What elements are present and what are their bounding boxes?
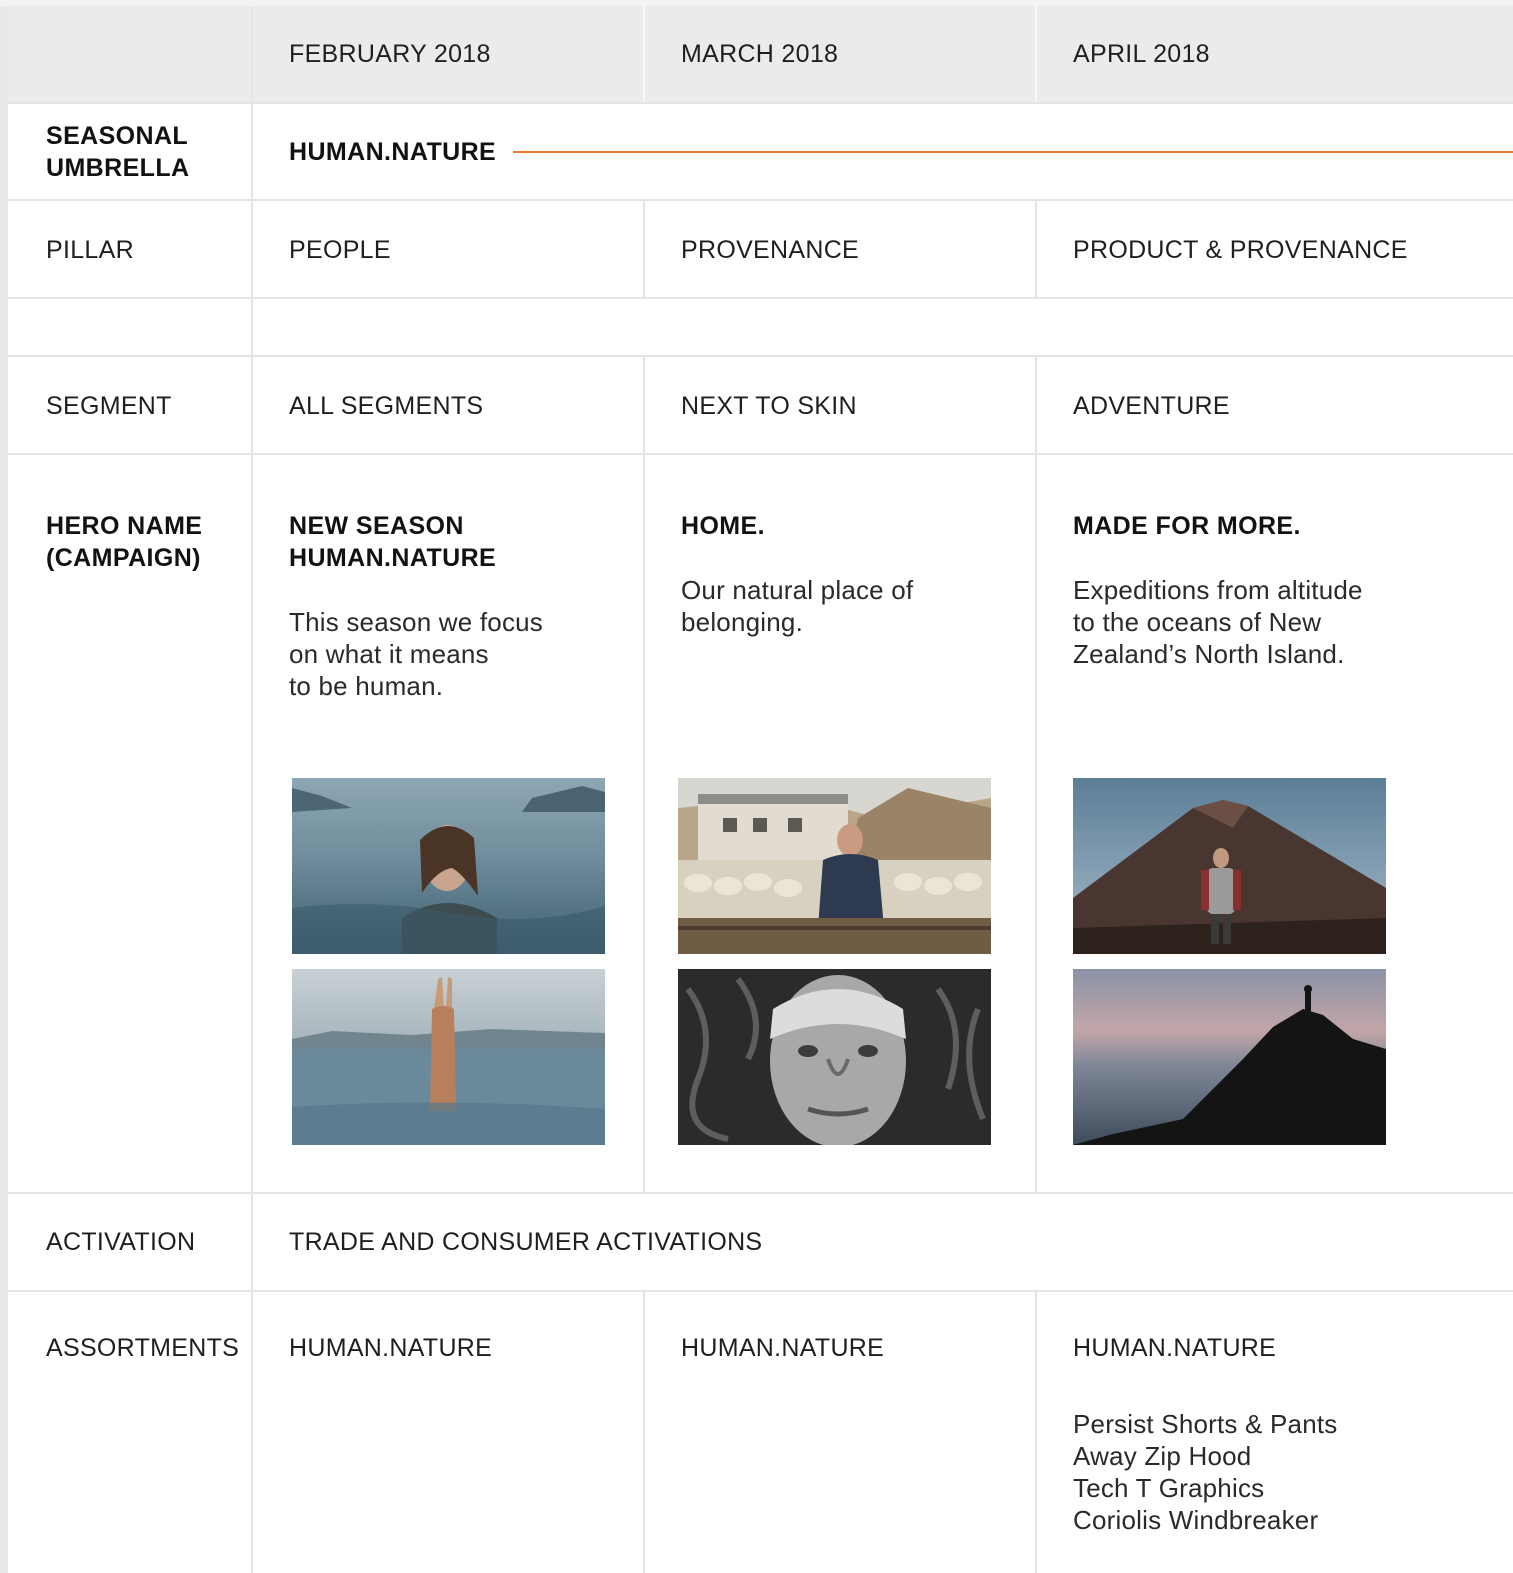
list-item: Persist Shorts & Pants: [1073, 1409, 1338, 1439]
column-divider: [1035, 6, 1037, 102]
row-label-hero-name: HERO NAME (CAMPAIGN): [46, 510, 202, 574]
assortment-february: HUMAN.NATURE: [289, 1334, 493, 1362]
volcano-hiker-photo: [1073, 778, 1386, 954]
campaign-description-april: Expeditions from altitude to the oceans …: [1073, 574, 1363, 670]
campaign-description-february: This season we focus on what it means to…: [289, 606, 543, 702]
description-line: Expeditions from altitude: [1073, 575, 1363, 605]
list-item: Coriolis Windbreaker: [1073, 1505, 1319, 1535]
farmer-with-sheep-photo: [678, 778, 991, 954]
campaign-title-april: MADE FOR MORE.: [1073, 510, 1301, 542]
cliff-silhouette-photo: [1073, 969, 1386, 1145]
assortment-april: HUMAN.NATURE: [1073, 1334, 1277, 1362]
description-line: Zealand’s North Island.: [1073, 639, 1345, 669]
row-divider: [8, 102, 1513, 104]
column-divider: [251, 6, 253, 1573]
column-divider: [643, 1290, 645, 1573]
row-divider: [8, 297, 1513, 299]
pillar-april: PRODUCT & PROVENANCE: [1073, 236, 1408, 264]
segment-february: ALL SEGMENTS: [289, 392, 484, 420]
column-divider: [1035, 199, 1037, 297]
month-april: APRIL 2018: [1073, 40, 1210, 68]
row-divider: [8, 1290, 1513, 1292]
campaign-description-march: Our natural place of belonging.: [681, 574, 913, 638]
column-divider: [643, 355, 645, 1192]
row-label-pillar: PILLAR: [46, 236, 134, 264]
description-line: This season we focus: [289, 607, 544, 637]
column-divider: [643, 199, 645, 297]
column-divider: [1035, 355, 1037, 1192]
description-line: on what it means: [289, 639, 489, 669]
campaign-title-february: NEW SEASON HUMAN.NATURE: [289, 510, 496, 574]
label-line: HERO NAME: [46, 512, 203, 540]
segment-march: NEXT TO SKIN: [681, 392, 857, 420]
umbrella-timeline-line: [513, 151, 1513, 153]
assortment-march: HUMAN.NATURE: [681, 1334, 885, 1362]
description-line: Our natural place of: [681, 575, 914, 605]
list-item: Tech T Graphics: [1073, 1473, 1265, 1503]
row-label-seasonal-umbrella: SEASONAL UMBRELLA: [46, 120, 189, 184]
title-line: MADE FOR MORE.: [1073, 512, 1301, 540]
label-line: UMBRELLA: [46, 154, 190, 182]
table-left-border: [0, 0, 8, 1573]
label-line: SEASONAL: [46, 122, 189, 150]
woman-arms-raised-photo: [292, 969, 605, 1145]
activation-value: TRADE AND CONSUMER ACTIVATIONS: [289, 1228, 763, 1256]
month-march: MARCH 2018: [681, 40, 839, 68]
row-label-activation: ACTIVATION: [46, 1228, 196, 1256]
column-divider: [643, 6, 645, 102]
list-item: Away Zip Hood: [1073, 1441, 1252, 1471]
title-line: NEW SEASON: [289, 512, 464, 540]
umbrella-value: HUMAN.NATURE: [289, 138, 497, 166]
assortment-april-product-list: Persist Shorts & Pants Away Zip Hood Tec…: [1073, 1408, 1338, 1536]
row-divider: [8, 355, 1513, 357]
pillar-february: PEOPLE: [289, 236, 391, 264]
column-divider: [1035, 1290, 1037, 1573]
row-divider: [8, 1192, 1513, 1194]
segment-april: ADVENTURE: [1073, 392, 1230, 420]
row-divider: [8, 199, 1513, 201]
month-february: FEBRUARY 2018: [289, 40, 491, 68]
pillar-march: PROVENANCE: [681, 236, 860, 264]
title-line: HUMAN.NATURE: [289, 544, 497, 572]
description-line: belonging.: [681, 607, 803, 637]
row-label-segment: SEGMENT: [46, 392, 172, 420]
row-label-assortments: ASSORTMENTS: [46, 1334, 240, 1362]
row-divider: [8, 453, 1513, 455]
description-line: to be human.: [289, 671, 444, 701]
woman-swimming-photo: [292, 778, 605, 954]
campaign-title-march: HOME.: [681, 510, 765, 542]
description-line: to the oceans of New: [1073, 607, 1322, 637]
elder-portrait-photo: [678, 969, 991, 1145]
title-line: HOME.: [681, 512, 765, 540]
content-calendar-table: FEBRUARY 2018 MARCH 2018 APRIL 2018 SEAS…: [0, 0, 1513, 1573]
header-corner-cell: [8, 6, 251, 102]
label-line: (CAMPAIGN): [46, 544, 201, 572]
